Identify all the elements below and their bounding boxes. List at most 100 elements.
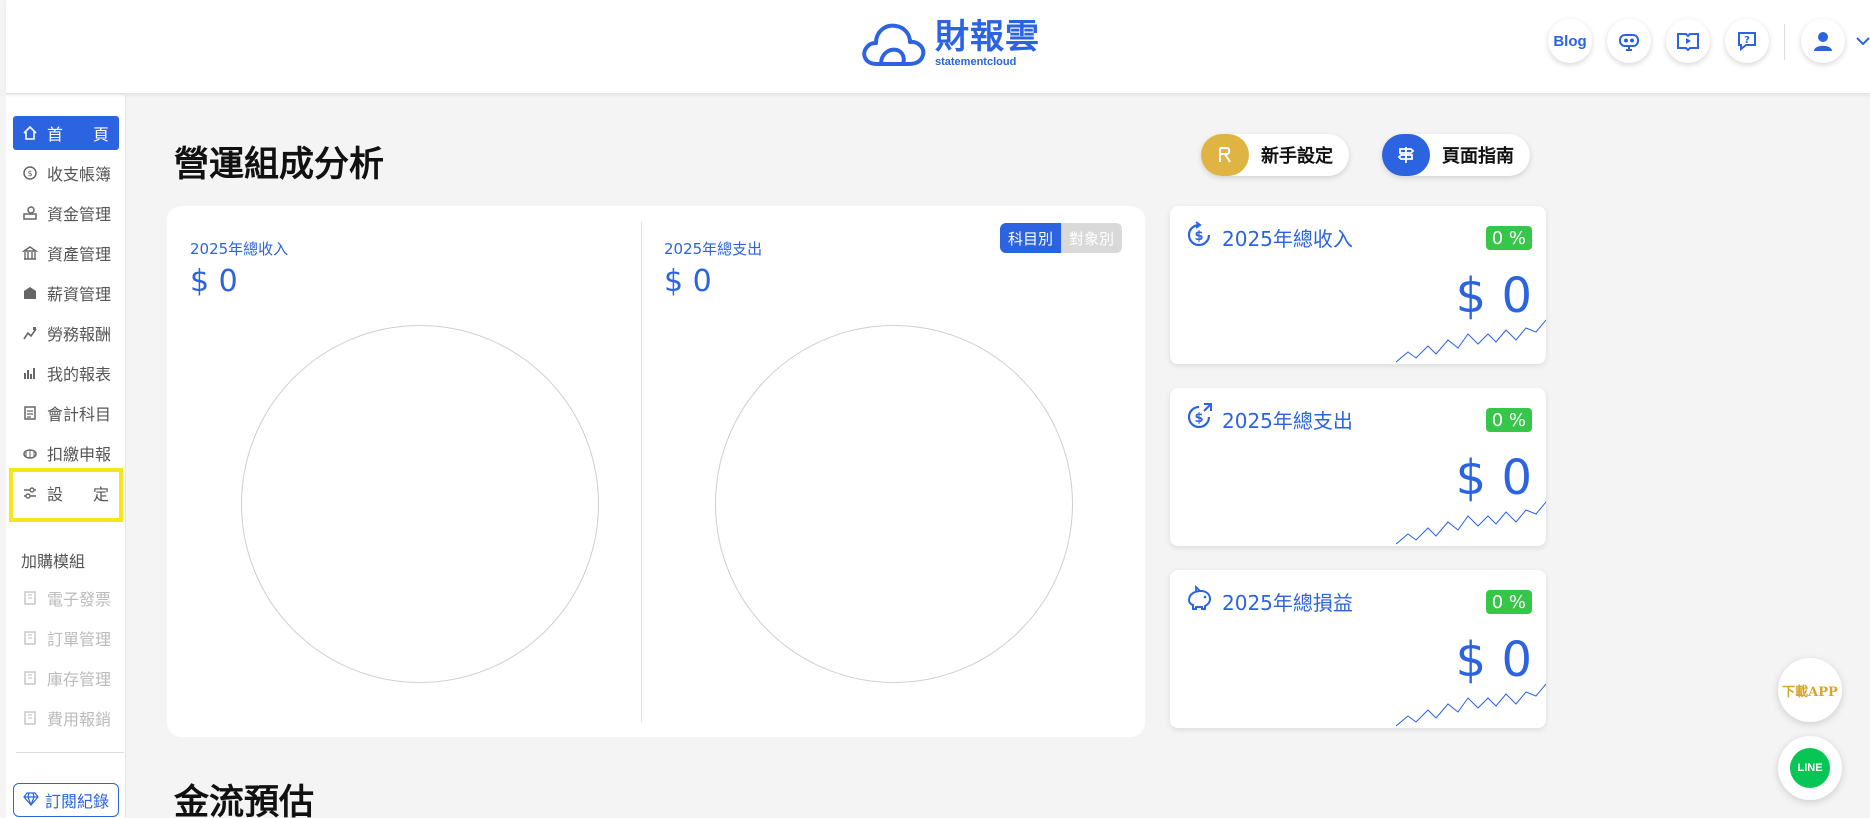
coin-cycle-icon: $	[21, 164, 39, 182]
income-dollar-icon: $	[1184, 220, 1214, 250]
sidebar-item-inventory[interactable]: 庫存管理	[13, 661, 119, 695]
brand-logo[interactable]: 財報雲 statementcloud	[859, 16, 1040, 72]
sidebar-item-label: 收支帳簿	[47, 165, 112, 184]
income-value: $ 0	[190, 264, 238, 299]
building-icon	[21, 244, 39, 262]
card-percent-badge: 0 %	[1485, 590, 1532, 614]
sidebar: 首頁 $ 收支帳簿 資金管理 資產管理 薪資管理 勞務報酬 我的報表 會計科目 …	[6, 95, 126, 818]
sidebar-item-label: 資產管理	[47, 245, 112, 264]
robot-icon	[1619, 34, 1639, 51]
sidebar-item-reports[interactable]: 我的報表	[13, 356, 119, 390]
sidebar-item-label: 資金管理	[47, 205, 112, 224]
profit-summary-card[interactable]: 2025年總損益 0 % $ 0	[1170, 570, 1546, 728]
setup-icon	[1201, 134, 1249, 176]
svg-text:$: $	[27, 169, 32, 178]
sidebar-item-expenses[interactable]: 費用報銷	[13, 701, 119, 735]
sidebar-item-einvoice[interactable]: 電子發票	[13, 581, 119, 615]
blog-label: Blog	[1553, 32, 1587, 50]
sparkline	[1396, 683, 1546, 727]
card-title: 2025年總支出	[1222, 409, 1353, 433]
sidebar-item-label: 扣繳申報	[47, 445, 112, 464]
module-icon	[21, 629, 39, 647]
download-app-label: 下載APP	[1782, 684, 1838, 700]
sidebar-scroll-divider	[16, 752, 124, 753]
card-title: 2025年總收入	[1222, 227, 1353, 251]
expense-summary-card[interactable]: $ 2025年總支出 0 % $ 0	[1170, 388, 1546, 546]
sidebar-item-payroll[interactable]: 薪資管理	[13, 276, 119, 310]
sparkline	[1396, 501, 1546, 545]
download-app-button[interactable]: 下載APP	[1778, 658, 1842, 722]
setup-label: 新手設定	[1261, 146, 1333, 167]
expense-label: 2025年總支出	[664, 240, 763, 258]
page-guide-button[interactable]: 頁面指南	[1382, 134, 1530, 176]
page-guide-label: 頁面指南	[1442, 146, 1514, 167]
income-pie-chart	[241, 325, 599, 683]
sidebar-item-label: 首頁	[47, 125, 109, 144]
user-icon	[1814, 32, 1832, 51]
line-icon: LINE	[1790, 748, 1830, 788]
sidebar-item-label: 薪資管理	[47, 285, 112, 304]
subscription-button[interactable]: 訂閱紀錄	[13, 783, 119, 817]
sidebar-item-home[interactable]: 首頁	[13, 116, 119, 150]
card-percent-badge: 0 %	[1485, 226, 1532, 250]
sidebar-item-orders[interactable]: 訂單管理	[13, 621, 119, 655]
robot-button[interactable]	[1607, 19, 1651, 63]
labor-icon	[21, 324, 39, 342]
svg-text:$: $	[1194, 411, 1203, 426]
sparkline	[1396, 319, 1546, 363]
category-toggle[interactable]: 科目別 對象別	[1000, 223, 1123, 253]
blog-button[interactable]: Blog	[1548, 19, 1592, 63]
module-icon	[21, 709, 39, 727]
ledger-icon	[21, 404, 39, 422]
sidebar-item-accounts[interactable]: 會計科目	[13, 396, 119, 430]
sidebar-item-ledger[interactable]: $ 收支帳簿	[13, 156, 119, 190]
sidebar-item-label: 訂單管理	[47, 630, 112, 649]
card-title: 2025年總損益	[1222, 591, 1353, 615]
signpost-icon	[1382, 134, 1430, 176]
sidebar-item-withholding[interactable]: 扣繳申報	[13, 436, 119, 470]
svg-text:$: $	[1194, 229, 1203, 244]
brand-name: 財報雲	[935, 17, 1040, 57]
sidebar-item-funds[interactable]: 資金管理	[13, 196, 119, 230]
payroll-icon	[21, 284, 39, 302]
chevron-down-icon[interactable]	[1856, 34, 1870, 50]
subscription-label: 訂閱紀錄	[44, 792, 109, 811]
expense-value: $ 0	[664, 264, 712, 299]
expense-dollar-icon: $	[1184, 402, 1214, 432]
composition-divider	[641, 222, 642, 722]
brand-tagline: statementcloud	[935, 56, 1017, 68]
line-button[interactable]: LINE	[1778, 736, 1842, 800]
page-title: 營運組成分析	[174, 145, 385, 185]
sidebar-item-label: 庫存管理	[47, 670, 112, 689]
sidebar-item-label: 電子發票	[47, 590, 112, 609]
help-chat-icon: ?	[1738, 32, 1756, 52]
sidebar-item-assets[interactable]: 資產管理	[13, 236, 119, 270]
toggle-by-party[interactable]: 對象別	[1061, 223, 1123, 253]
setup-button[interactable]: 新手設定	[1201, 134, 1349, 176]
hand-money-icon	[21, 204, 39, 222]
video-guide-button[interactable]	[1666, 19, 1710, 63]
module-icon	[21, 669, 39, 687]
settings-highlight-box	[9, 468, 123, 522]
cashflow-section-title: 金流預估	[174, 783, 315, 818]
piggy-bank-icon	[1184, 584, 1214, 614]
income-summary-card[interactable]: $ 2025年總收入 0 % $ 0	[1170, 206, 1546, 364]
coins-icon	[21, 444, 39, 462]
addon-section-label: 加購模組	[21, 552, 86, 571]
sidebar-item-labor[interactable]: 勞務報酬	[13, 316, 119, 350]
help-chat-button[interactable]: ?	[1725, 19, 1769, 63]
module-icon	[21, 589, 39, 607]
expense-pie-chart	[715, 325, 1073, 683]
card-percent-badge: 0 %	[1485, 408, 1532, 432]
sidebar-item-label: 費用報銷	[47, 710, 112, 729]
sidebar-item-label: 勞務報酬	[47, 325, 112, 344]
top-header: 財報雲 statementcloud Blog ?	[6, 0, 1870, 94]
user-avatar-button[interactable]	[1801, 19, 1845, 63]
line-label: LINE	[1797, 762, 1823, 774]
income-label: 2025年總收入	[190, 240, 289, 258]
svg-text:?: ?	[1744, 35, 1750, 46]
sidebar-item-label: 會計科目	[47, 405, 112, 424]
bar-chart-icon	[21, 364, 39, 382]
header-divider	[1784, 24, 1785, 60]
toggle-by-account[interactable]: 科目別	[1000, 223, 1062, 253]
